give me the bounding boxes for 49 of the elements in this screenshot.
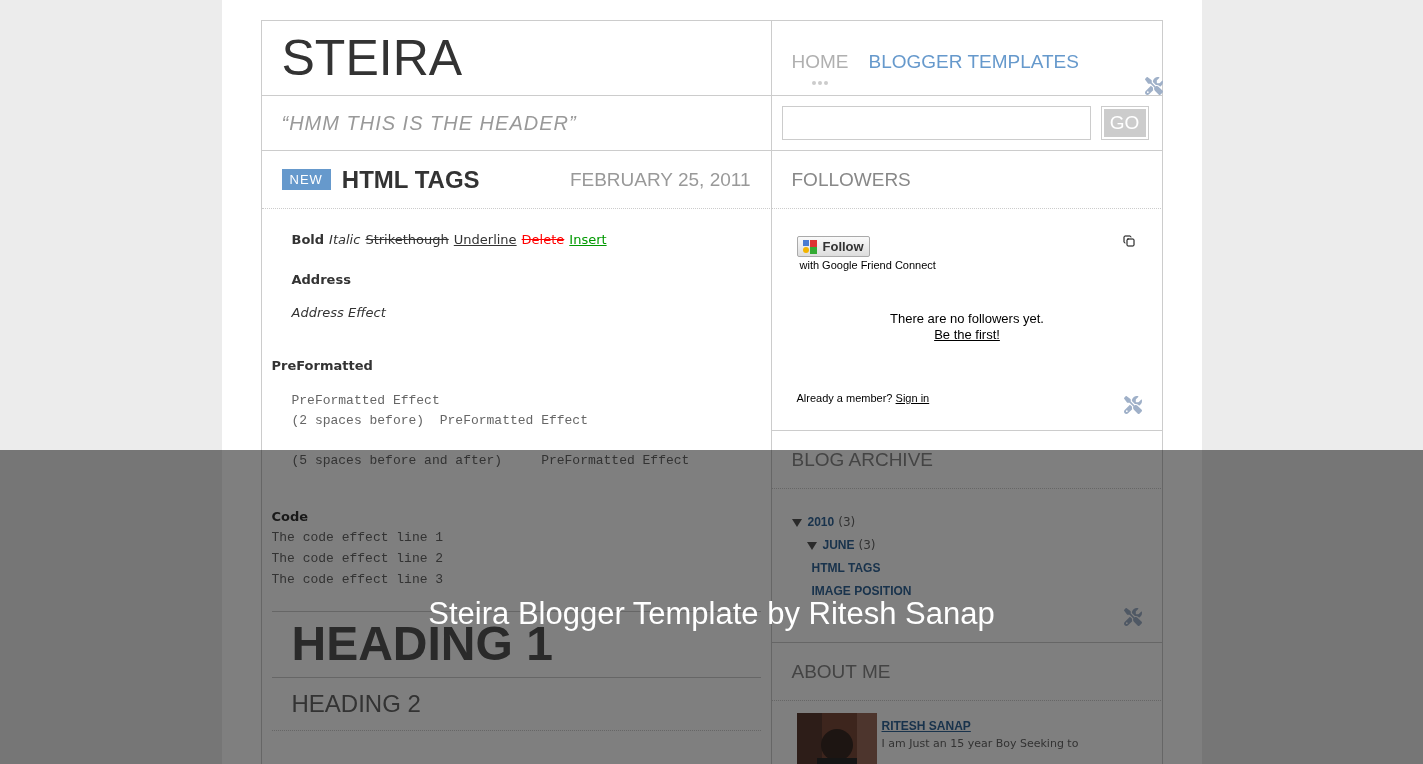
widget-title: ABOUT ME [791, 660, 891, 683]
archive-link[interactable]: 2010 [807, 515, 835, 529]
archive-link[interactable]: IMAGE POSITION [811, 584, 912, 598]
new-badge: NEW [281, 169, 331, 190]
formatted-text: Delete [521, 232, 565, 247]
code-line: The code effect line 3 [271, 571, 445, 589]
tools-icon[interactable] [1144, 77, 1163, 95]
tools-icon[interactable] [1123, 396, 1142, 414]
nav-tab[interactable]: HOME [791, 51, 849, 73]
formatted-text: Insert [569, 232, 607, 247]
archive-link[interactable]: HTML TAGS [811, 561, 881, 575]
post-count: (3) [858, 538, 876, 552]
tools-icon[interactable] [1123, 608, 1142, 626]
widget-title: BLOG ARCHIVE [791, 448, 933, 471]
code-line: The code effect line 2 [271, 550, 445, 568]
friend-connect-icon [802, 239, 817, 254]
address-label: Address [290, 272, 352, 287]
code-line: The code effect line 1 [271, 529, 445, 547]
preformatted-line: (2 spaces before) PreFormatted Effect [290, 412, 589, 430]
preformatted-line: (5 spaces before and after) PreFormatted Effect [290, 452, 691, 470]
toggle-icon[interactable] [806, 540, 817, 551]
connect-text: with Google Friend Connect [799, 259, 937, 271]
dots-icon [812, 81, 828, 85]
heading-two: HEADING 2 [271, 678, 761, 731]
post-title[interactable]: HTML TAGS [341, 165, 570, 194]
sign-in-link[interactable]: Sign in [895, 392, 930, 404]
toggle-icon[interactable] [791, 517, 802, 528]
preformatted-label: PreFormatted [271, 358, 374, 373]
follow-button[interactable]: Follow [796, 236, 870, 257]
address-text: Address Effect [290, 305, 387, 320]
popup-icon[interactable] [1122, 235, 1135, 247]
formatted-text: Underline [453, 232, 517, 247]
code-label: Code [271, 509, 310, 524]
archive-link[interactable]: JUNE [822, 538, 855, 552]
member-text: Already a member? [796, 392, 894, 404]
formatted-text: Bold [291, 232, 325, 247]
blog-description: “HMM THIS IS THE HEADER” [281, 111, 577, 135]
search-field[interactable] [781, 106, 1091, 140]
formatted-text: Italic [329, 232, 361, 247]
post-date: FEBRUARY 25, 2011 [569, 168, 751, 191]
nav-tab[interactable]: BLOGGER TEMPLATES [868, 51, 1079, 73]
widget-title: FOLLOWERS [791, 168, 911, 191]
no-followers-text: There are no followers yet. [889, 311, 1045, 327]
author-link[interactable]: RITESH SANAP [881, 719, 1079, 733]
formatted-text: Strikethough [365, 232, 449, 247]
be-first-link[interactable]: Be the first! [934, 327, 1000, 342]
preformatted-line: PreFormatted Effect [290, 392, 441, 410]
blog-title[interactable]: STEIRA [281, 29, 463, 87]
post-count: (3) [838, 515, 856, 529]
